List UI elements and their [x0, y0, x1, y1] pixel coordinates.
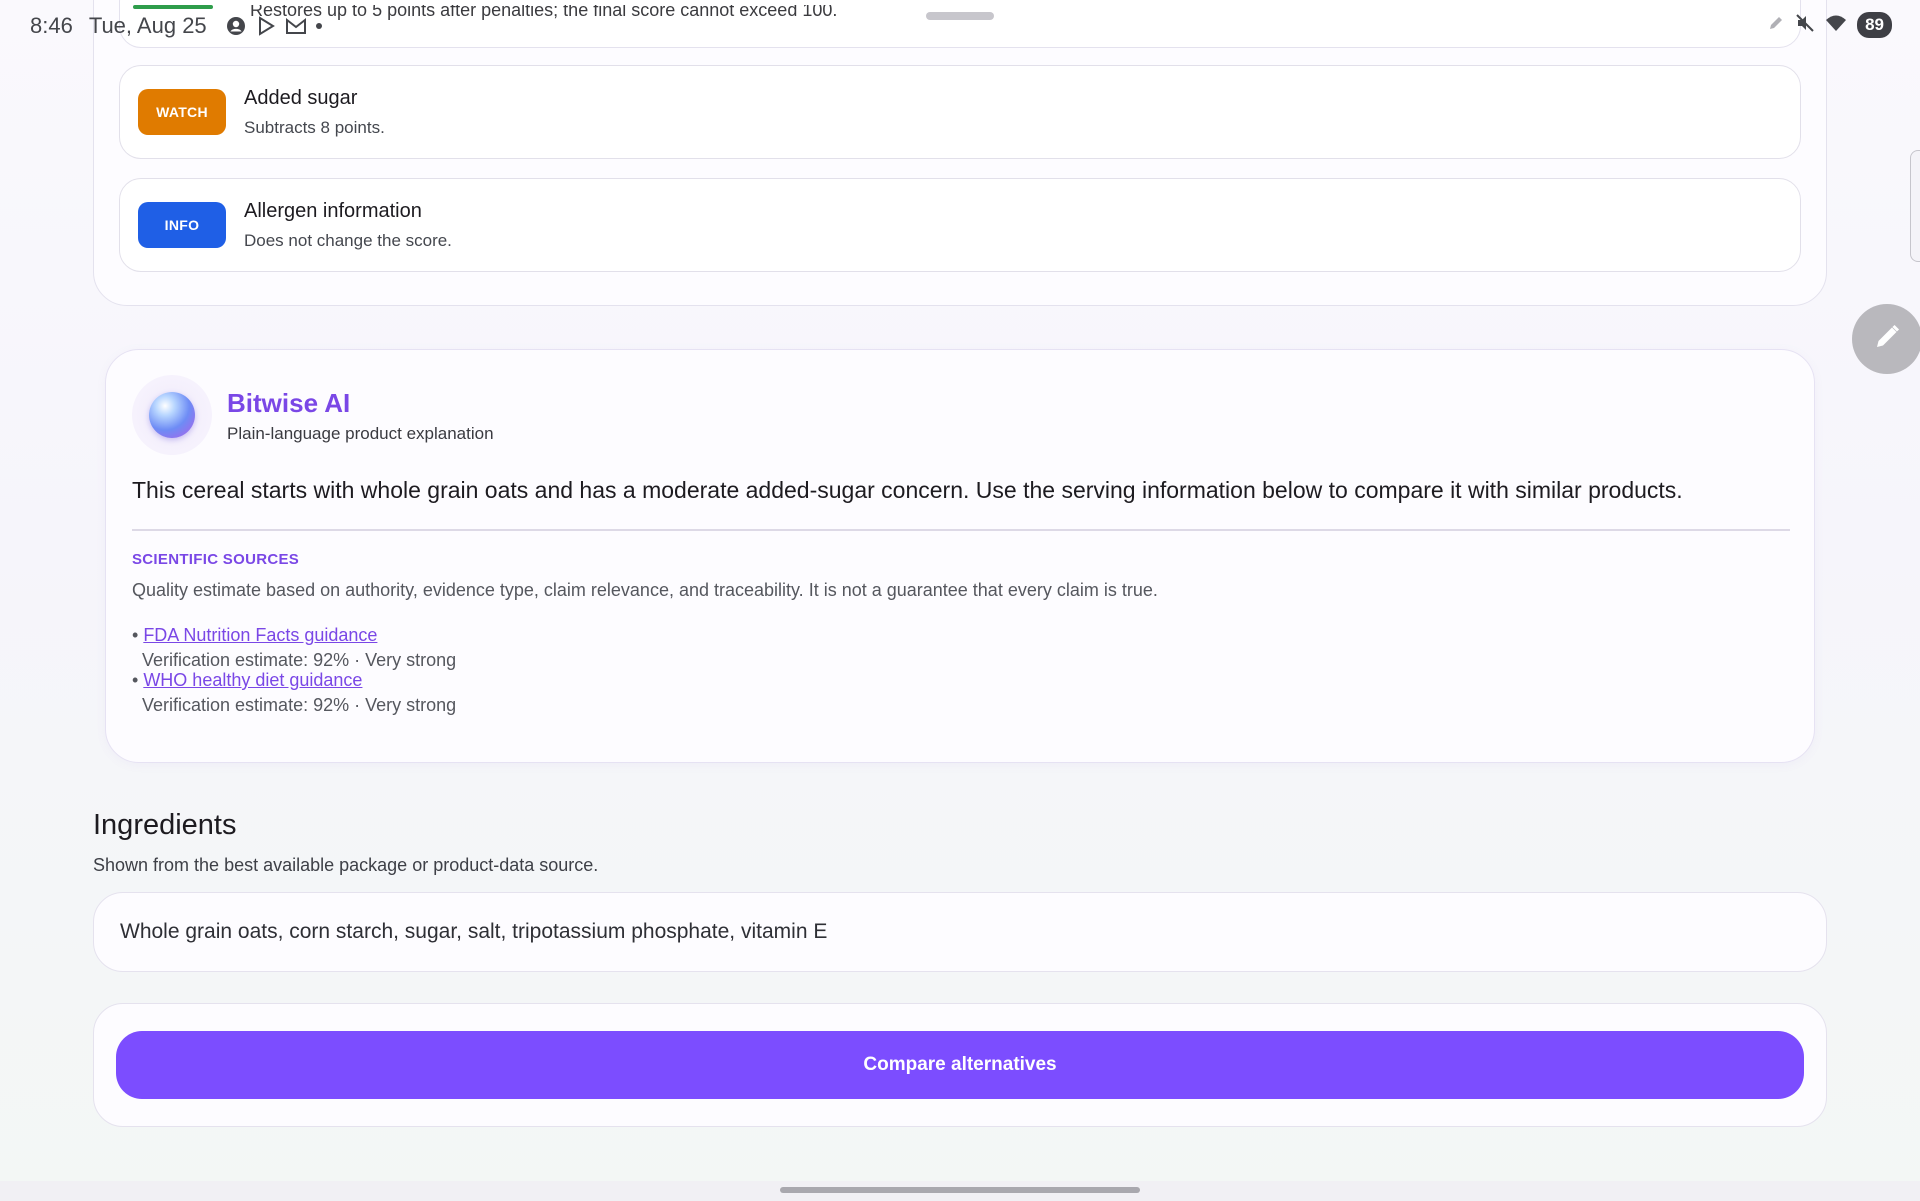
watch-badge: WATCH: [138, 89, 226, 135]
source-verification: Verification estimate: 92% · Very strong: [142, 650, 457, 670]
compare-alternatives-button[interactable]: Compare alternatives: [116, 1031, 1804, 1099]
source-verification: Verification estimate: 92% · Very strong: [142, 695, 457, 715]
status-date: Tue, Aug 25: [88, 5, 213, 39]
status-bar: 8:46 Tue, Aug 25 89: [0, 0, 1920, 52]
ingredients-list: Whole grain oats, corn starch, sugar, sa…: [93, 892, 1827, 972]
home-gesture-bar[interactable]: [780, 1187, 1140, 1193]
source-link-fda[interactable]: FDA Nutrition Facts guidance: [143, 625, 377, 645]
ai-explanation-text: This cereal starts with whole grain oats…: [132, 477, 1683, 503]
penalty-title: Allergen information: [244, 199, 422, 222]
penalty-row-added-sugar: WATCH Added sugar Subtracts 8 points.: [119, 65, 1801, 159]
edit-fab[interactable]: [1852, 304, 1920, 374]
ai-title: Bitwise AI: [227, 388, 351, 418]
source-link-who[interactable]: WHO healthy diet guidance: [143, 670, 362, 690]
source-item: • FDA Nutrition Facts guidance Verificat…: [132, 625, 457, 670]
penalty-text: Added sugar Subtracts 8 points.: [244, 87, 385, 138]
edge-panel-handle[interactable]: [1910, 150, 1920, 262]
info-badge: INFO: [138, 202, 226, 248]
mute-icon: [1795, 13, 1815, 38]
pen-icon: [1767, 14, 1785, 37]
gmail-icon: [285, 15, 307, 37]
ingredients-subtitle: Shown from the best available package or…: [93, 855, 599, 875]
status-time: 8:46: [30, 13, 73, 38]
sources-heading: SCIENTIFIC SOURCES: [132, 551, 300, 568]
ai-explanation-card: Bitwise AI Plain-language product explan…: [105, 349, 1815, 763]
status-date-text: Tue, Aug 25: [88, 13, 207, 38]
penalty-title: Added sugar: [244, 86, 358, 109]
ingredients-heading: Ingredients: [93, 809, 237, 841]
penalty-subtitle: Does not change the score.: [244, 230, 452, 250]
ai-avatar: [132, 375, 212, 455]
wifi-icon: [1825, 14, 1847, 37]
penalty-subtitle: Subtracts 8 points.: [244, 117, 385, 137]
product-detail-screen: 8:46 Tue, Aug 25 89 Restores up to 5 poi…: [0, 0, 1920, 1201]
account-icon: [225, 15, 247, 37]
notification-dot-icon: [315, 15, 323, 37]
status-icons: 89: [1767, 12, 1892, 38]
pencil-icon: [1872, 322, 1902, 357]
play-store-icon: [255, 15, 277, 37]
ai-subtitle: Plain-language product explanation: [227, 424, 494, 443]
download-progress-indicator: [132, 5, 213, 9]
ai-orb-icon: [149, 392, 195, 438]
drag-handle[interactable]: [926, 12, 994, 20]
penalty-row-allergen: INFO Allergen information Does not chang…: [119, 178, 1801, 272]
divider: [132, 529, 1790, 531]
battery-indicator: 89: [1857, 12, 1892, 38]
sources-description: Quality estimate based on authority, evi…: [132, 580, 1158, 600]
source-item: • WHO healthy diet guidance Verification…: [132, 670, 457, 715]
penalty-text: Allergen information Does not change the…: [244, 200, 452, 251]
